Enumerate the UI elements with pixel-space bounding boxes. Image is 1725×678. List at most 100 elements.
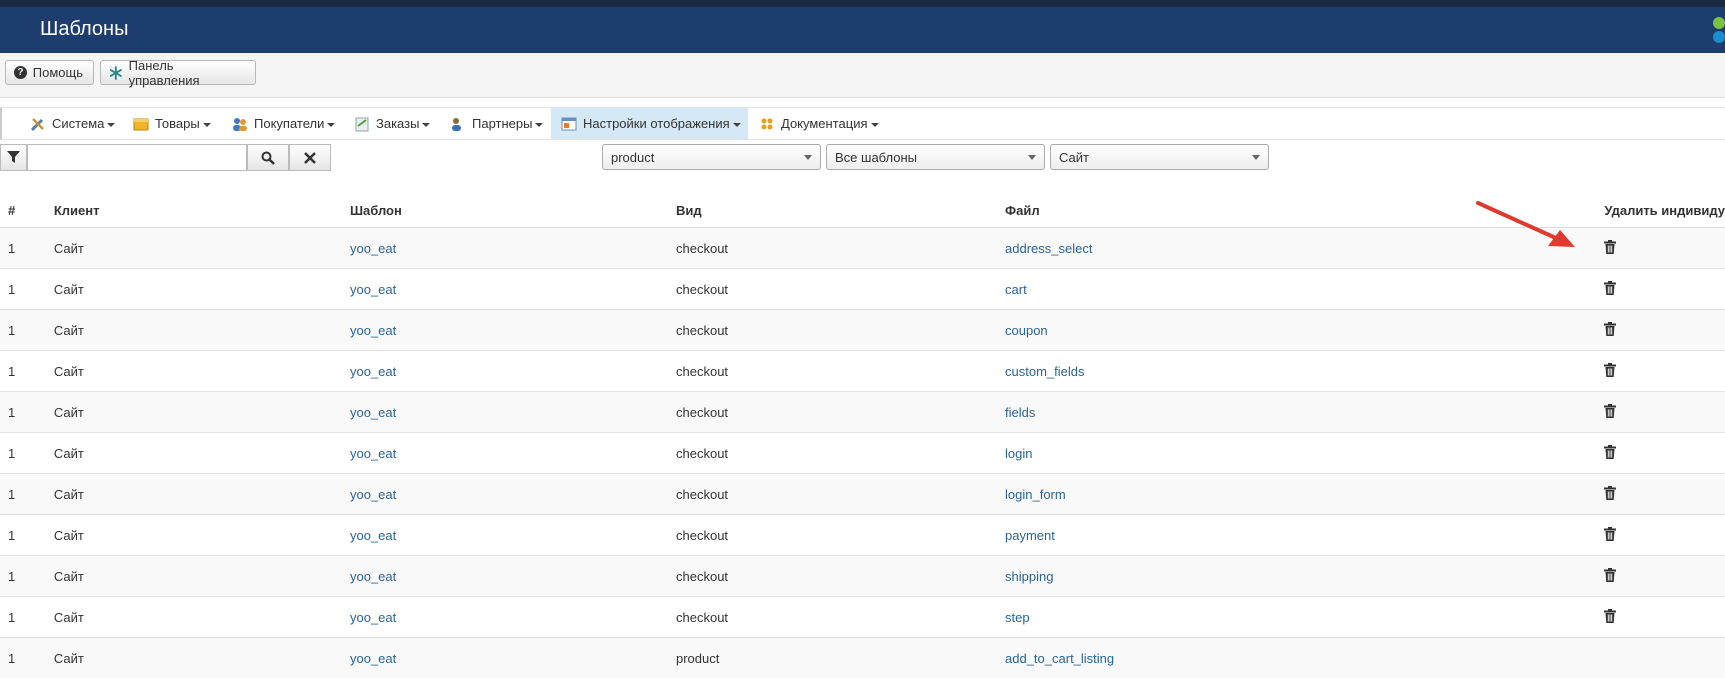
row-file-link[interactable]: shipping [1005, 569, 1053, 584]
table-row: 1Сайтyoo_eatcheckoutcart [0, 269, 1725, 310]
menu-item-display-settings[interactable]: Настройки отображения [551, 108, 748, 139]
menu-item-customers-label: Покупатели [254, 116, 324, 131]
trash-icon[interactable] [1604, 240, 1616, 254]
trash-icon[interactable] [1604, 609, 1616, 623]
row-client: Сайт [54, 446, 84, 461]
trash-icon[interactable] [1604, 322, 1616, 336]
toolbar: ? Помощь Панель управления [0, 53, 1725, 98]
search-input[interactable] [27, 144, 247, 171]
row-file-link[interactable]: cart [1005, 282, 1027, 297]
table-row: 1Сайтyoo_eatcheckoutlogin [0, 433, 1725, 474]
menu-item-orders[interactable]: Заказы [354, 108, 430, 139]
row-client: Сайт [54, 364, 84, 379]
row-template-link[interactable]: yoo_eat [350, 323, 396, 338]
trash-icon[interactable] [1604, 404, 1616, 418]
trash-icon[interactable] [1604, 527, 1616, 541]
row-template-link[interactable]: yoo_eat [350, 569, 396, 584]
template-select-value: Все шаблоны [835, 150, 917, 165]
row-client: Сайт [54, 610, 84, 625]
table-header-row: # Клиент Шаблон Вид Файл Удалить индивид… [0, 193, 1725, 228]
row-delete-cell [1604, 515, 1725, 556]
row-file-link[interactable]: login_form [1005, 487, 1066, 502]
column-header-template[interactable]: Шаблон [350, 193, 676, 228]
row-template-link-cell: yoo_eat [350, 351, 676, 392]
row-template-link[interactable]: yoo_eat [350, 405, 396, 420]
row-file-link[interactable]: fields [1005, 405, 1035, 420]
row-file-link[interactable]: custom_fields [1005, 364, 1084, 379]
table-row: 1Сайтyoo_eatcheckoutcustom_fields [0, 351, 1725, 392]
column-header-view[interactable]: Вид [676, 193, 1005, 228]
column-header-client[interactable]: Клиент [54, 193, 350, 228]
row-template-link-cell: yoo_eat [350, 556, 676, 597]
row-template-link[interactable]: yoo_eat [350, 651, 396, 666]
row-number-cell: 1 [0, 310, 54, 351]
row-file-link-cell: payment [1005, 515, 1604, 556]
row-view: checkout [676, 487, 728, 502]
row-template-link[interactable]: yoo_eat [350, 241, 396, 256]
row-file-link[interactable]: login [1005, 446, 1032, 461]
help-button[interactable]: ? Помощь [5, 60, 94, 85]
display-settings-icon [561, 116, 577, 132]
row-file-link[interactable]: add_to_cart_listing [1005, 651, 1114, 666]
row-delete-cell [1604, 433, 1725, 474]
menu-item-documentation[interactable]: Документация [759, 108, 879, 139]
row-delete-cell [1604, 638, 1725, 678]
row-template-link[interactable]: yoo_eat [350, 487, 396, 502]
menu-item-customers[interactable]: Покупатели [232, 108, 335, 139]
row-file-link[interactable]: step [1005, 610, 1030, 625]
trash-icon[interactable] [1604, 486, 1616, 500]
menu-item-display-settings-label: Настройки отображения [583, 116, 730, 131]
row-template-link[interactable]: yoo_eat [350, 528, 396, 543]
row-template-link[interactable]: yoo_eat [350, 446, 396, 461]
trash-icon[interactable] [1604, 568, 1616, 582]
trash-icon[interactable] [1604, 363, 1616, 377]
menu-item-system[interactable]: Система [30, 108, 115, 139]
row-template-link-cell: yoo_eat [350, 310, 676, 351]
caret-down-icon [203, 123, 211, 127]
view-type-select[interactable]: product [602, 144, 821, 170]
row-template-link[interactable]: yoo_eat [350, 364, 396, 379]
clear-search-button[interactable] [289, 144, 331, 171]
table-row: 1Сайтyoo_eatproductadd_to_cart_listing [0, 638, 1725, 678]
search-button[interactable] [247, 144, 289, 171]
row-client-cell: Сайт [54, 310, 350, 351]
client-select-value: Сайт [1059, 150, 1089, 165]
column-header-number[interactable]: # [0, 193, 54, 228]
filter-toggle-button[interactable] [0, 144, 27, 171]
question-icon: ? [14, 66, 27, 79]
row-file-link[interactable]: address_select [1005, 241, 1092, 256]
row-template-link[interactable]: yoo_eat [350, 610, 396, 625]
row-number: 1 [8, 528, 15, 543]
asterisk-icon [109, 66, 123, 80]
table-row: 1Сайтyoo_eatcheckoutfields [0, 392, 1725, 433]
client-select[interactable]: Сайт [1050, 144, 1269, 170]
row-template-link[interactable]: yoo_eat [350, 282, 396, 297]
row-client: Сайт [54, 569, 84, 584]
row-delete-cell [1604, 228, 1725, 269]
row-file-link[interactable]: coupon [1005, 323, 1048, 338]
trash-icon[interactable] [1604, 445, 1616, 459]
caret-down-icon [327, 123, 335, 127]
table-row: 1Сайтyoo_eatcheckoutlogin_form [0, 474, 1725, 515]
menu-item-partners[interactable]: Партнеры [450, 108, 543, 139]
control-panel-button[interactable]: Панель управления [100, 60, 256, 85]
row-view-cell: product [676, 638, 1005, 678]
row-delete-cell [1604, 351, 1725, 392]
menu-edge [0, 108, 2, 139]
row-client: Сайт [54, 528, 84, 543]
row-delete-cell [1604, 597, 1725, 638]
row-client-cell: Сайт [54, 433, 350, 474]
filter-icon [7, 151, 20, 164]
documentation-icon [759, 116, 775, 132]
template-select[interactable]: Все шаблоны [826, 144, 1045, 170]
row-number: 1 [8, 364, 15, 379]
trash-icon[interactable] [1604, 281, 1616, 295]
row-file-link[interactable]: payment [1005, 528, 1055, 543]
row-view-cell: checkout [676, 310, 1005, 351]
row-view-cell: checkout [676, 228, 1005, 269]
row-client-cell: Сайт [54, 228, 350, 269]
menu-item-products[interactable]: Товары [133, 108, 211, 139]
row-view-cell: checkout [676, 515, 1005, 556]
row-template-link-cell: yoo_eat [350, 392, 676, 433]
row-client: Сайт [54, 405, 84, 420]
